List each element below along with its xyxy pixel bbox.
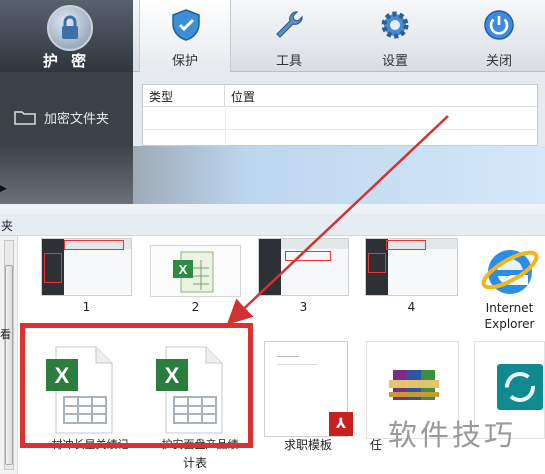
annotation-arrow: [226, 115, 449, 325]
